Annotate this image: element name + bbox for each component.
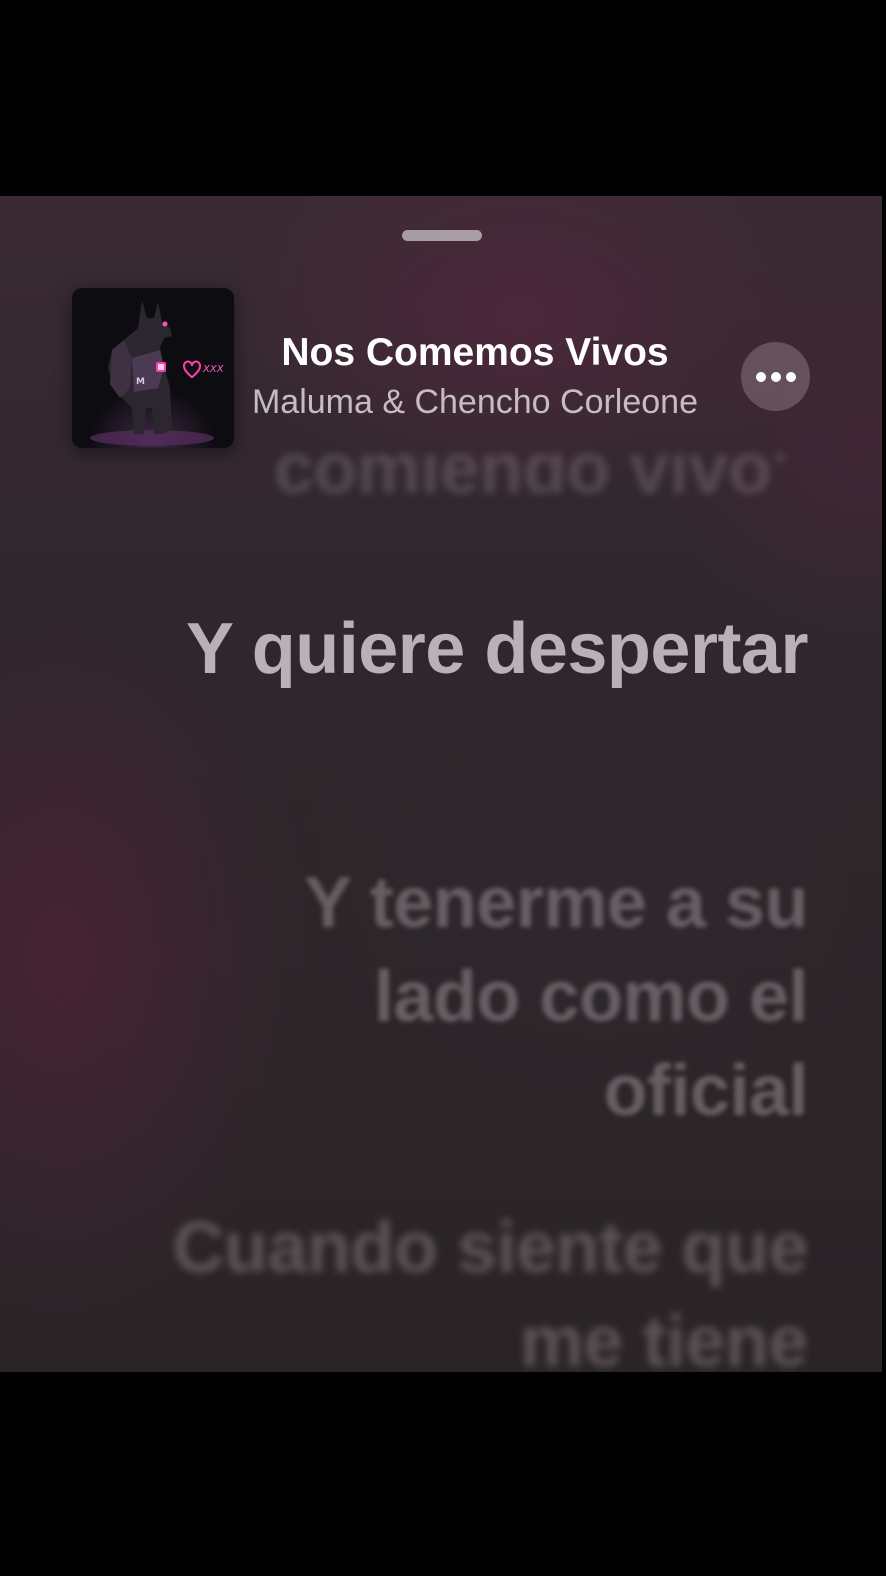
- more-options-button[interactable]: [741, 342, 810, 411]
- artist-name[interactable]: Maluma & Chencho Corleone: [252, 380, 698, 424]
- sheet-grabber-handle[interactable]: [402, 230, 482, 241]
- album-artwork[interactable]: M XXX: [72, 288, 234, 448]
- lyric-line-previous[interactable]: comiendo vivo': [168, 454, 808, 524]
- lyric-line-current[interactable]: Y quiere despertar: [168, 602, 808, 696]
- artwork-neon-text: XXX: [202, 364, 225, 375]
- song-title: Nos Comemos Vivos: [281, 331, 669, 374]
- screen: M XXX Nos Comemos Vivos Maluma & Chencho…: [0, 0, 886, 1576]
- lyric-line-next[interactable]: Y tenerme a su lado como el oficial: [168, 856, 808, 1138]
- ellipsis-icon: [755, 371, 796, 382]
- artist-name-container: Maluma & Chencho Corleone: [240, 380, 710, 426]
- lyric-line-upcoming[interactable]: Cuando siente que me tiene: [168, 1201, 808, 1372]
- lyrics-sheet: M XXX Nos Comemos Vivos Maluma & Chencho…: [0, 196, 882, 1372]
- album-artwork-image: M XXX: [90, 300, 225, 446]
- svg-text:M: M: [136, 377, 145, 387]
- lyric-line-previous-text: comiendo vivo': [273, 454, 789, 509]
